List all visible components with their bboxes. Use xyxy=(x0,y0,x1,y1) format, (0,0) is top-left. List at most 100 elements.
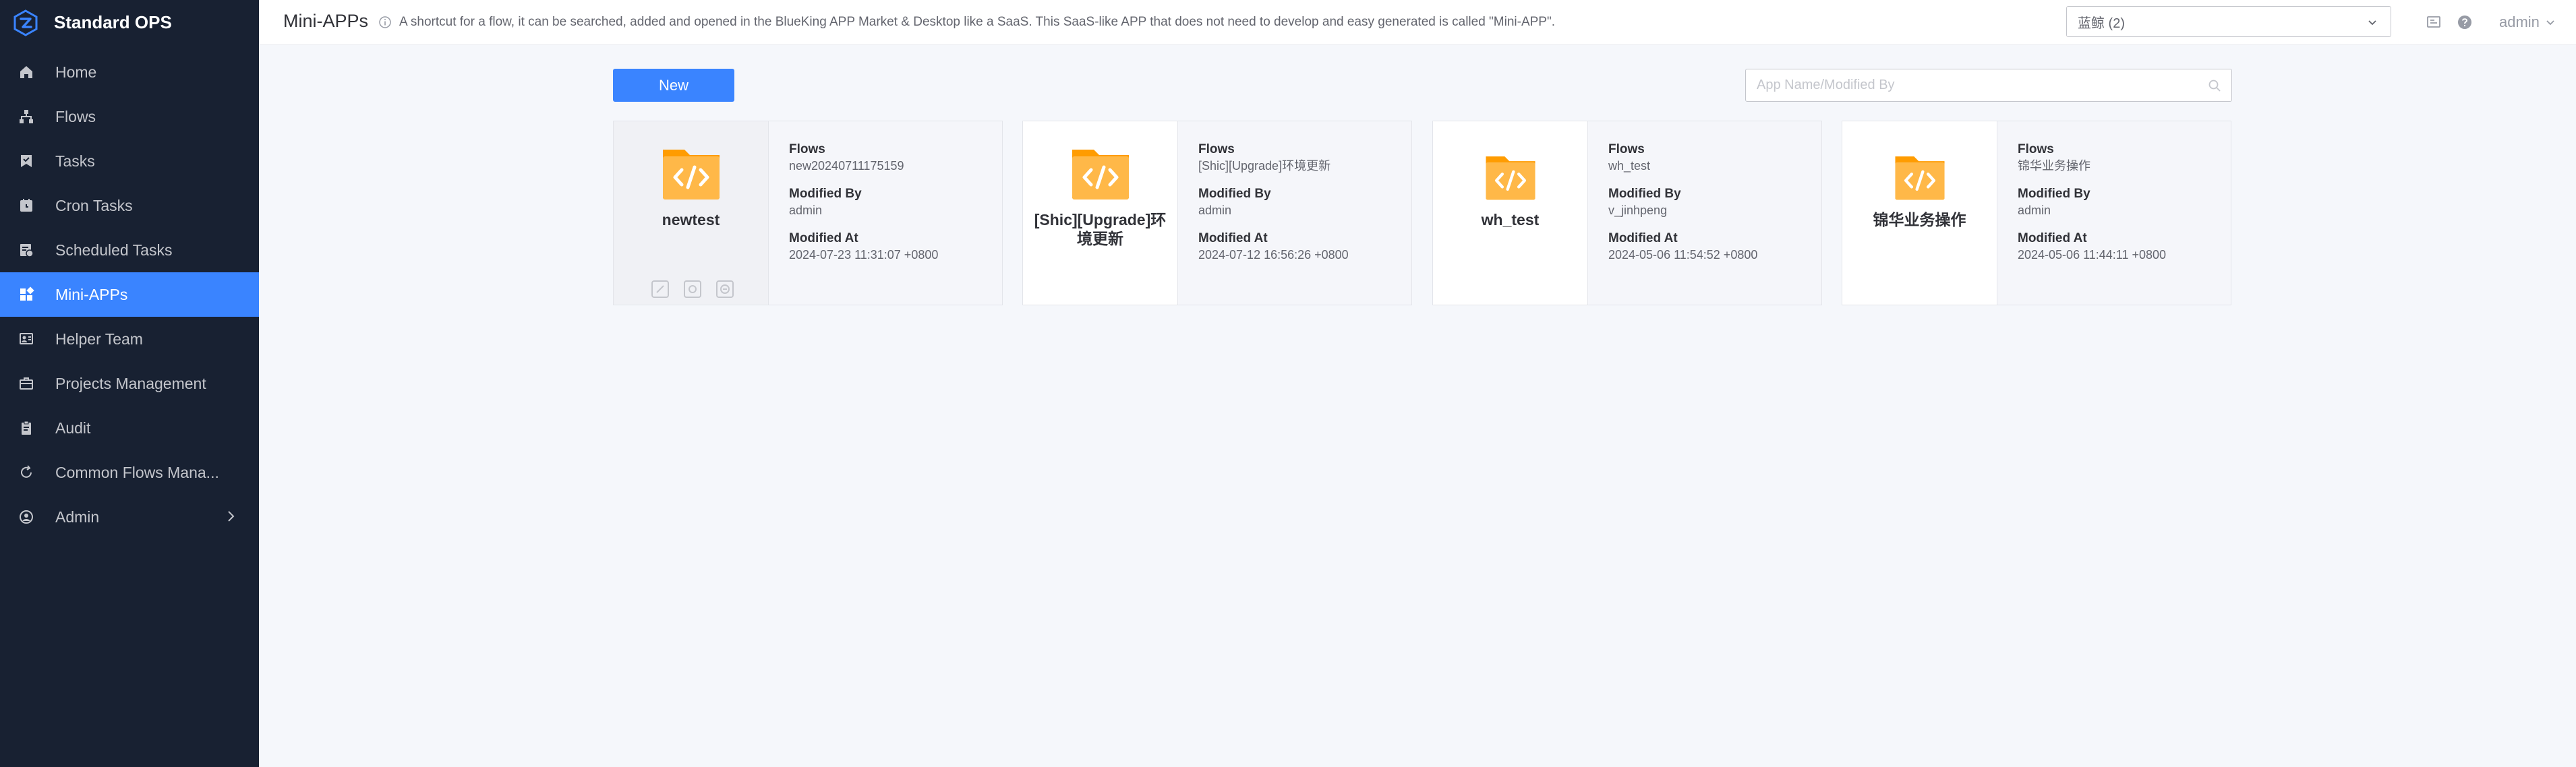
sidebar-item-projects-management[interactable]: Projects Management xyxy=(0,361,259,406)
card-icon-area[interactable]: [Shic][Upgrade]环境更新 xyxy=(1023,121,1178,305)
card-details: Flows [Shic][Upgrade]环境更新 Modified By ad… xyxy=(1178,121,1411,305)
standard-ops-logo-icon xyxy=(13,9,38,36)
sidebar-item-scheduled-tasks[interactable]: Scheduled Tasks xyxy=(0,228,259,272)
user-name: admin xyxy=(2499,13,2540,30)
flows-icon xyxy=(18,108,35,125)
scheduled-icon xyxy=(18,241,35,259)
card-details: Flows 锦华业务操作 Modified By admin Modified … xyxy=(1997,121,2231,305)
mini-app-folder-icon xyxy=(662,150,720,200)
flow-name: 锦华业务操作 xyxy=(2018,159,2090,173)
sidebar-item-admin[interactable]: Admin xyxy=(0,495,259,539)
mini-app-card[interactable]: newtest Flows new20240711175159 Modified… xyxy=(613,121,1003,305)
card-icon-area[interactable]: wh_test xyxy=(1433,121,1588,305)
card-icon-area[interactable]: newtest xyxy=(614,121,769,305)
sidebar-item-label: Projects Management xyxy=(55,374,206,392)
app-name: wh_test xyxy=(1481,211,1540,228)
sidebar-item-label: Scheduled Tasks xyxy=(55,241,173,259)
tasks-icon xyxy=(18,152,35,170)
mini-app-card[interactable]: wh_test Flows wh_test Modified By v_jinh… xyxy=(1432,121,1822,305)
modified-by-value: admin xyxy=(789,204,823,217)
modified-by-value: v_jinhpeng xyxy=(1608,204,1668,217)
app-name: 锦华业务操作 xyxy=(1873,211,1966,228)
flows-label: Flows xyxy=(789,142,825,156)
briefcase-icon xyxy=(18,375,35,392)
sidebar-item-flows[interactable]: Flows xyxy=(0,94,259,139)
new-button[interactable]: New xyxy=(613,69,734,102)
sidebar-item-common-flows[interactable]: Common Flows Mana... xyxy=(0,450,259,495)
modified-at-label: Modified At xyxy=(1608,231,1678,245)
chevron-right-icon xyxy=(228,511,235,522)
modified-by-label: Modified By xyxy=(1608,187,1681,201)
sidebar-nav: Home Flows Tasks Cron Tasks Scheduled Ta… xyxy=(0,50,259,539)
sidebar-item-cron-tasks[interactable]: Cron Tasks xyxy=(0,183,259,228)
app-title: Standard OPS xyxy=(54,12,172,32)
modified-by-label: Modified By xyxy=(789,187,862,201)
modified-at-value: 2024-05-06 11:44:11 +0800 xyxy=(2018,248,2167,262)
chevron-down-icon xyxy=(2546,20,2554,26)
sidebar-item-label: Home xyxy=(55,63,97,81)
modified-by-label: Modified By xyxy=(1198,187,1271,201)
modified-by-label: Modified By xyxy=(2018,187,2090,201)
flows-label: Flows xyxy=(2018,142,2054,156)
sidebar-item-label: Tasks xyxy=(55,152,95,170)
sidebar-item-audit[interactable]: Audit xyxy=(0,406,259,450)
settings-icon[interactable] xyxy=(681,278,704,301)
brand[interactable]: Standard OPS xyxy=(0,0,259,45)
search-icon[interactable] xyxy=(2207,78,2222,93)
notification-icon[interactable] xyxy=(2425,13,2442,31)
sidebar: Standard OPS Home Flows Tasks Cron Tasks xyxy=(0,0,259,767)
project-select-value: 蓝鲸 (2) xyxy=(2078,16,2125,31)
mini-app-card[interactable]: [Shic][Upgrade]环境更新 Flows [Shic][Upgrade… xyxy=(1022,121,1412,305)
project-select[interactable]: 蓝鲸 (2) xyxy=(2066,6,2391,37)
flow-name: wh_test xyxy=(1608,159,1651,173)
modified-by-value: admin xyxy=(1198,204,1232,217)
cron-icon xyxy=(18,197,35,214)
app-name: [Shic][Upgrade]环境更新 xyxy=(1034,211,1167,247)
cycle-icon xyxy=(18,464,35,481)
user-circle-icon xyxy=(18,508,35,526)
page-title: Mini-APPs xyxy=(283,11,369,31)
delete-icon[interactable] xyxy=(713,278,736,301)
sidebar-item-mini-apps[interactable]: Mini-APPs xyxy=(0,272,259,317)
team-icon xyxy=(18,330,35,348)
sidebar-item-label: Helper Team xyxy=(55,330,143,348)
info-icon[interactable] xyxy=(378,15,392,30)
mini-app-folder-icon xyxy=(1894,156,1945,200)
search-input[interactable] xyxy=(1755,69,2190,101)
sidebar-item-label: Mini-APPs xyxy=(55,285,128,303)
card-actions xyxy=(649,278,736,301)
modified-at-value: 2024-07-12 16:56:26 +0800 xyxy=(1198,248,1349,262)
chevron-down-icon xyxy=(2368,20,2376,26)
flow-name: new20240711175159 xyxy=(789,159,904,173)
app-name: newtest xyxy=(662,211,720,228)
clipboard-icon xyxy=(18,419,35,437)
sidebar-item-label: Audit xyxy=(55,419,91,437)
sidebar-item-home[interactable]: Home xyxy=(0,50,259,94)
sidebar-item-label: Common Flows Mana... xyxy=(55,463,219,481)
modified-at-value: 2024-05-06 11:54:52 +0800 xyxy=(1608,248,1758,262)
sidebar-item-label: Admin xyxy=(55,508,100,526)
mini-app-folder-icon xyxy=(1485,156,1535,200)
header: Mini-APPs A shortcut for a flow, it can … xyxy=(259,0,2576,45)
modified-at-value: 2024-07-23 11:31:07 +0800 xyxy=(789,248,939,262)
card-icon-area[interactable]: 锦华业务操作 xyxy=(1842,121,1997,305)
grid-icon xyxy=(18,286,35,303)
search-box[interactable] xyxy=(1745,69,2232,102)
sidebar-item-tasks[interactable]: Tasks xyxy=(0,139,259,183)
user-menu[interactable]: admin xyxy=(2499,13,2557,31)
modified-by-value: admin xyxy=(2018,204,2051,217)
mini-app-folder-icon xyxy=(1072,150,1129,200)
help-icon[interactable] xyxy=(2456,13,2473,31)
sidebar-item-helper-team[interactable]: Helper Team xyxy=(0,317,259,361)
card-details: Flows wh_test Modified By v_jinhpeng Mod… xyxy=(1588,121,1821,305)
card-details: Flows new20240711175159 Modified By admi… xyxy=(769,121,1002,305)
edit-icon[interactable] xyxy=(649,278,672,301)
sidebar-item-label: Flows xyxy=(55,107,96,125)
flows-label: Flows xyxy=(1608,142,1645,156)
flow-name: [Shic][Upgrade]环境更新 xyxy=(1198,159,1331,173)
mini-app-card[interactable]: 锦华业务操作 Flows 锦华业务操作 Modified By admin Mo… xyxy=(1842,121,2231,305)
modified-at-label: Modified At xyxy=(2018,231,2087,245)
modified-at-label: Modified At xyxy=(789,231,858,245)
flows-label: Flows xyxy=(1198,142,1235,156)
sidebar-item-label: Cron Tasks xyxy=(55,196,133,214)
